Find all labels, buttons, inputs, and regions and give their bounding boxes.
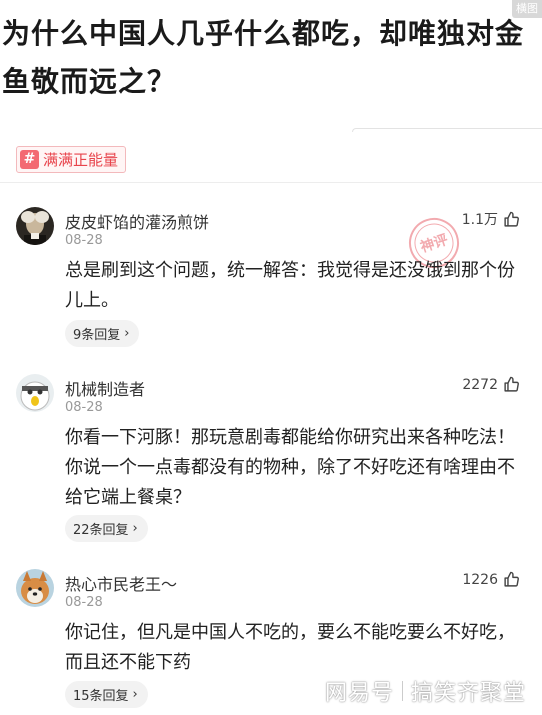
- replies-label: 22条回复: [73, 523, 129, 538]
- answer-card-edge: [352, 128, 542, 132]
- like-count: 2272: [462, 376, 498, 393]
- thumbs-up-icon: [504, 571, 519, 587]
- comment-text: 总是刷到这个问题，统一解答：我觉得是还没饿到那个份儿上。: [65, 260, 515, 311]
- avatar[interactable]: [16, 569, 54, 607]
- comment-text: 你记住，但凡是中国人不吃的，要么不能吃要么不好吃，而且还不能下药: [65, 622, 515, 673]
- topic-tag[interactable]: # 满满正能量: [16, 146, 127, 173]
- like-button[interactable]: 1226: [462, 571, 520, 588]
- comment-username[interactable]: 热心市民老王～: [65, 571, 177, 595]
- comment-date: 08-28: [65, 400, 103, 415]
- chevron-right-icon: ›: [132, 687, 138, 702]
- chevron-right-icon: ›: [124, 326, 130, 341]
- replies-label: 15条回复: [73, 689, 129, 704]
- like-count: 1.1万: [461, 212, 498, 228]
- topic-tag-label: 满满正能量: [43, 151, 119, 169]
- view-replies-button[interactable]: 9条回复 ›: [65, 320, 140, 347]
- stamp-text: 神评: [418, 231, 450, 256]
- comment-username[interactable]: 皮皮虾馅的灌汤煎饼: [65, 209, 209, 233]
- watermark-divider: [401, 681, 403, 701]
- hash-icon: #: [20, 150, 39, 169]
- question-title: 为什么中国人几乎什么都吃，却唯独对金鱼敬而远之？: [2, 17, 525, 98]
- like-button[interactable]: 2272: [462, 376, 520, 393]
- thumbs-up-icon: [504, 211, 519, 227]
- watermark-author: 搞笑齐聚堂: [410, 681, 526, 706]
- source-watermark: 网易号 搞笑齐聚堂: [325, 675, 526, 707]
- avatar[interactable]: [16, 374, 54, 412]
- comment-date: 08-28: [65, 233, 103, 248]
- comment-text: 你看一下河豚！那玩意剧毒都能给你研究出来各种吃法！你说一个一点毒都没有的物种，除…: [65, 427, 515, 508]
- like-button[interactable]: 1.1万: [462, 209, 520, 229]
- chevron-right-icon: ›: [132, 521, 138, 536]
- thumbs-up-icon: [504, 376, 519, 392]
- comment-date: 08-28: [65, 595, 103, 610]
- watermark-source: 网易号: [324, 681, 394, 706]
- view-replies-button[interactable]: 15条回复 ›: [65, 681, 148, 708]
- replies-label: 9条回复: [73, 328, 121, 343]
- like-count: 1226: [462, 571, 498, 588]
- comment-username[interactable]: 机械制造者: [65, 376, 145, 400]
- avatar[interactable]: [16, 207, 54, 245]
- view-replies-button[interactable]: 22条回复 ›: [65, 515, 148, 542]
- section-divider: [0, 182, 542, 183]
